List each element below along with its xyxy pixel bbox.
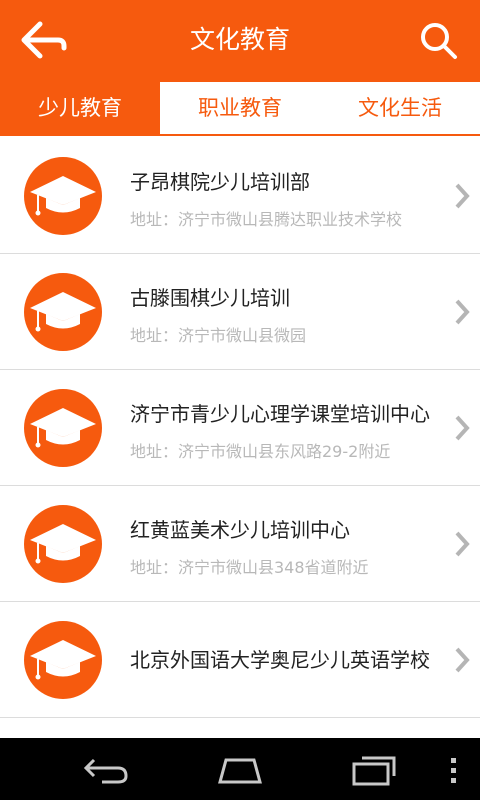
graduation-cap-icon	[30, 640, 96, 680]
chevron-right-icon	[455, 647, 470, 673]
school-name: 子昂棋院少儿培训部	[130, 170, 310, 194]
school-name: 古滕围棋少儿培训	[130, 286, 290, 310]
avatar	[24, 157, 102, 235]
category-tabs: 少儿教育 职业教育 文化生活	[0, 80, 480, 136]
list-item[interactable]: 红黄蓝美术少儿培训中心 地址：济宁市微山县348省道附近	[0, 486, 480, 602]
school-address: 地址：济宁市微山县微园	[130, 326, 307, 345]
back-nav-icon[interactable]	[82, 752, 132, 788]
recent-apps-icon[interactable]	[350, 752, 398, 788]
graduation-cap-icon	[30, 292, 96, 332]
graduation-cap-icon	[30, 176, 96, 216]
list-item[interactable]: 北京外国语大学奥尼少儿英语学校	[0, 602, 480, 718]
school-name: 北京外国语大学奥尼少儿英语学校	[130, 648, 430, 672]
list-item[interactable]: 子昂棋院少儿培训部 地址：济宁市微山县腾达职业技术学校	[0, 138, 480, 254]
chevron-right-icon	[455, 299, 470, 325]
avatar	[24, 505, 102, 583]
tab-children-education[interactable]: 少儿教育	[0, 82, 160, 134]
app-header: 文化教育	[0, 0, 480, 80]
list-item[interactable]: 济宁市青少儿心理学课堂培训中心 地址：济宁市微山县东风路29-2附近	[0, 370, 480, 486]
school-list: 子昂棋院少儿培训部 地址：济宁市微山县腾达职业技术学校 古滕围棋少儿培训 地址：…	[0, 138, 480, 738]
chevron-right-icon	[455, 415, 470, 441]
list-item[interactable]: 古滕围棋少儿培训 地址：济宁市微山县微园	[0, 254, 480, 370]
avatar	[24, 621, 102, 699]
school-address: 地址：济宁市微山县东风路29-2附近	[130, 442, 391, 461]
tab-cultural-life[interactable]: 文化生活	[320, 82, 480, 134]
search-icon[interactable]	[418, 20, 458, 60]
graduation-cap-icon	[30, 524, 96, 564]
chevron-right-icon	[455, 183, 470, 209]
school-address: 地址：济宁市微山县348省道附近	[130, 558, 369, 577]
school-name: 济宁市青少儿心理学课堂培训中心	[130, 402, 430, 426]
school-name: 红黄蓝美术少儿培训中心	[130, 518, 350, 542]
page-title: 文化教育	[189, 25, 290, 54]
avatar	[24, 273, 102, 351]
overflow-menu-icon[interactable]	[446, 752, 460, 788]
tab-vocational-education[interactable]: 职业教育	[160, 82, 320, 134]
graduation-cap-icon	[30, 408, 96, 448]
avatar	[24, 389, 102, 467]
system-nav-bar	[0, 738, 480, 800]
school-address: 地址：济宁市微山县腾达职业技术学校	[130, 210, 403, 229]
home-nav-icon[interactable]	[214, 752, 266, 788]
chevron-right-icon	[455, 531, 470, 557]
